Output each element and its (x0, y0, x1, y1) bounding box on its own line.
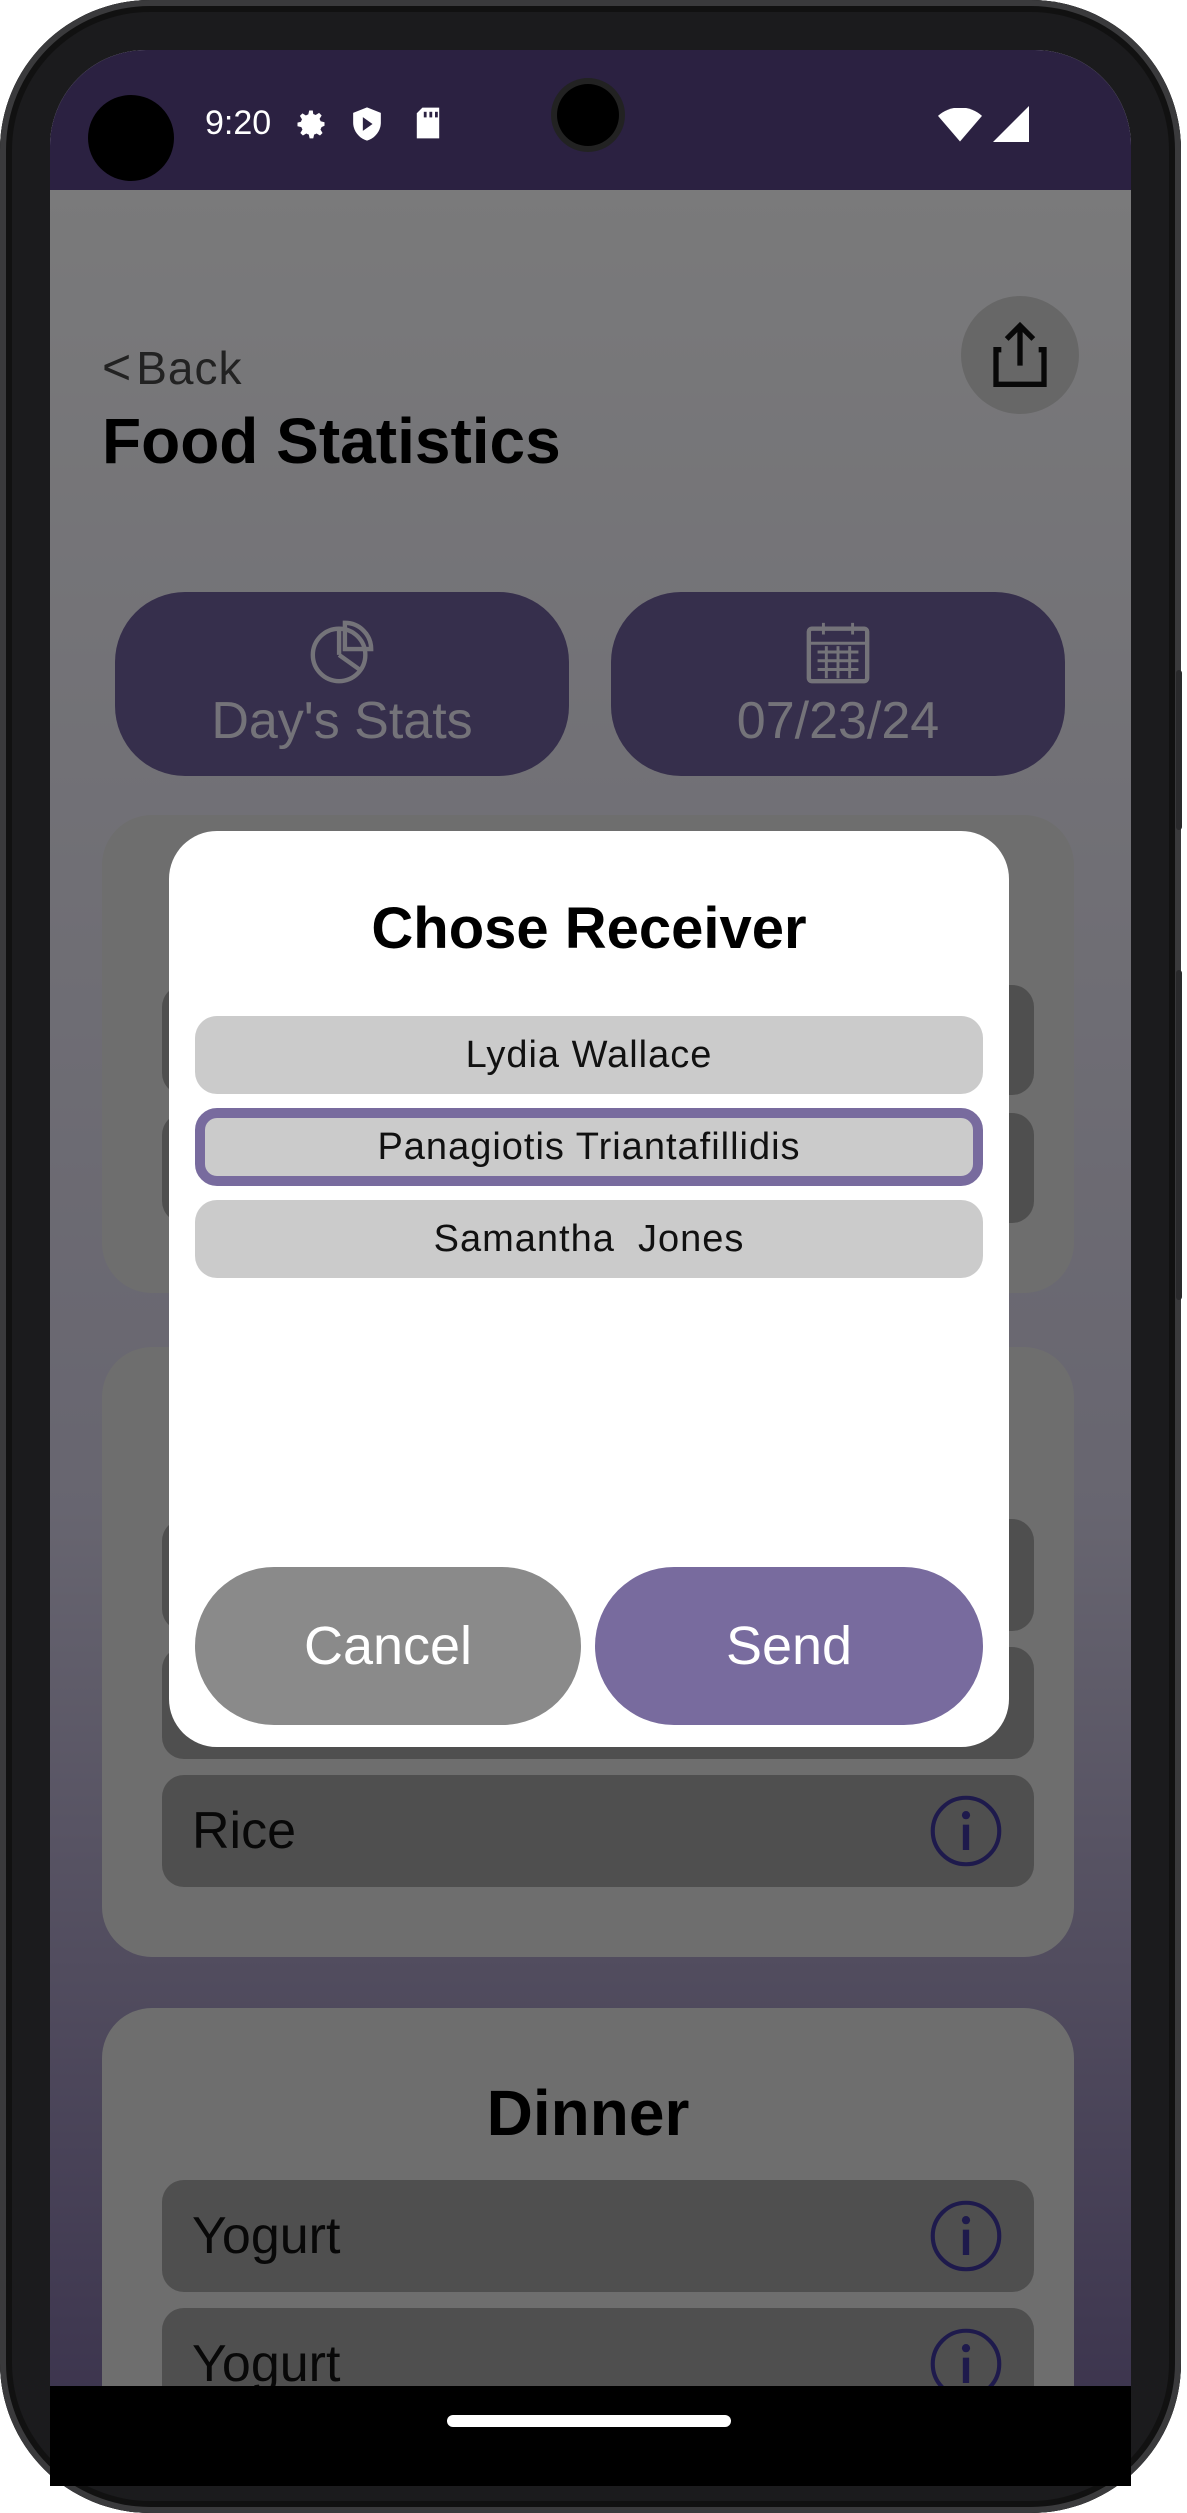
settings-icon (297, 110, 325, 139)
status-time: 9:20 (205, 104, 272, 142)
wifi-icon (938, 108, 982, 142)
choose-receiver-dialog: Chose Receiver Lydia Wallace Panagiotis … (169, 831, 1009, 1747)
receiver-option[interactable]: Samantha Jones (195, 1200, 983, 1278)
volume-button (1176, 970, 1182, 1300)
sd-card-icon (416, 107, 440, 139)
home-indicator[interactable] (447, 2415, 731, 2427)
status-bar: 9:20 (50, 50, 1131, 190)
navigation-bar (50, 2386, 1131, 2486)
front-camera (88, 95, 174, 181)
receiver-option[interactable]: Lydia Wallace (195, 1016, 983, 1094)
signal-icon (993, 106, 1029, 142)
cancel-button[interactable]: Cancel (195, 1567, 581, 1725)
receiver-option-selected[interactable]: Panagiotis Triantafillidis (195, 1108, 983, 1186)
center-camera-icon (557, 84, 619, 146)
send-button[interactable]: Send (595, 1567, 983, 1725)
power-button (1176, 670, 1182, 830)
dialog-title: Chose Receiver (371, 896, 807, 961)
shield-icon (353, 107, 381, 141)
